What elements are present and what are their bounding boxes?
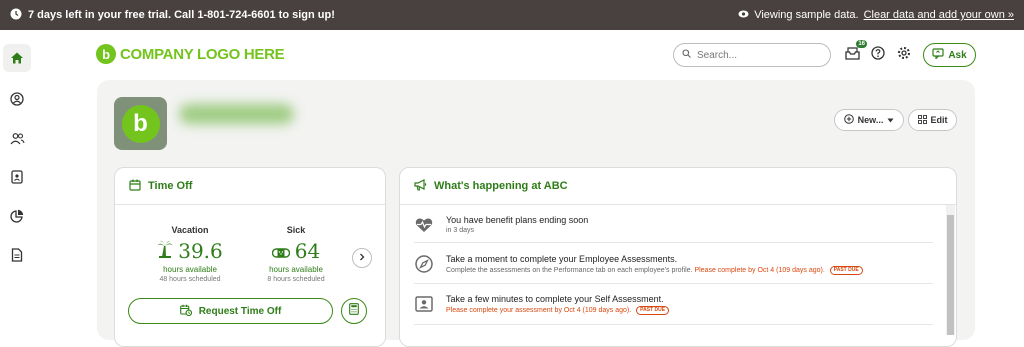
edit-label: Edit bbox=[930, 115, 948, 125]
search-icon bbox=[682, 49, 691, 61]
next-button[interactable] bbox=[352, 248, 372, 268]
item-title: You have benefit plans ending soon bbox=[446, 215, 589, 225]
past-due-badge: PAST DUE bbox=[636, 306, 670, 315]
item-subtitle: in 3 days bbox=[446, 227, 475, 234]
eye-icon bbox=[738, 9, 749, 21]
gear-icon bbox=[897, 46, 911, 65]
help-button[interactable] bbox=[868, 45, 888, 65]
time-off-header: Time Off bbox=[115, 168, 385, 205]
new-label: New... bbox=[857, 115, 884, 125]
grid-icon bbox=[917, 114, 927, 126]
scrollbar[interactable] bbox=[946, 205, 955, 335]
megaphone-icon bbox=[414, 178, 427, 194]
trial-banner: 7 days left in your free trial. Call 1-8… bbox=[0, 0, 1024, 30]
whats-happening-title: What's happening at ABC bbox=[434, 180, 568, 192]
app-header: b COMPANY LOGO HERE Search... 16 Ask bbox=[34, 30, 1024, 80]
compass-icon bbox=[414, 254, 434, 274]
vacation-scheduled: 48 hours scheduled bbox=[159, 276, 221, 283]
clock-icon bbox=[10, 8, 22, 23]
heartbeat-icon bbox=[414, 215, 434, 235]
sick-label: Sick bbox=[286, 225, 306, 235]
whats-happening-card: What's happening at ABC You have benefit… bbox=[399, 167, 957, 347]
sick-value: 64 bbox=[294, 239, 321, 263]
item-subtitle: Complete the assessments on the Performa… bbox=[446, 266, 863, 275]
vacation-value: 39.6 bbox=[178, 239, 223, 263]
calendar-clock-icon bbox=[179, 304, 192, 319]
person-icon[interactable] bbox=[3, 85, 31, 113]
profile-panel: b New... Edit Time Off Vacation 39.6 hou… bbox=[97, 80, 975, 347]
item-warning: Please complete by Oct 4 (109 days ago). bbox=[694, 267, 825, 274]
inbox-icon bbox=[844, 46, 860, 65]
vacation-stat[interactable]: Vacation 39.6 hours available 48 hours s… bbox=[145, 225, 235, 283]
trial-text: 7 days left in your free trial. Call 1-8… bbox=[28, 9, 335, 21]
sick-stat[interactable]: Sick 64 hours available 8 hours schedule… bbox=[251, 225, 341, 283]
request-time-off-label: Request Time Off bbox=[198, 305, 282, 317]
pie-chart-icon[interactable] bbox=[3, 202, 31, 230]
calculator-icon bbox=[349, 302, 359, 320]
ask-label: Ask bbox=[948, 49, 967, 61]
item-subtitle-text: Complete the assessments on the Performa… bbox=[446, 267, 693, 274]
blurred-name bbox=[179, 104, 294, 124]
ask-button[interactable]: Ask bbox=[923, 43, 976, 67]
vacation-label: Vacation bbox=[171, 225, 209, 235]
past-due-badge: PAST DUE bbox=[829, 266, 863, 275]
inbox-badge: 16 bbox=[856, 40, 867, 48]
home-icon[interactable] bbox=[3, 44, 31, 72]
item-warning: Please complete your assessment by Oct 4… bbox=[446, 307, 632, 314]
document-icon[interactable] bbox=[3, 241, 31, 269]
chat-icon bbox=[932, 48, 944, 62]
time-off-card: Time Off Vacation 39.6 hours available 4… bbox=[114, 167, 386, 347]
side-nav bbox=[0, 30, 34, 335]
item-subtitle: Please complete your assessment by Oct 4… bbox=[446, 306, 670, 315]
divider bbox=[414, 324, 933, 325]
settings-button[interactable] bbox=[894, 45, 914, 65]
company-logo[interactable]: b COMPANY LOGO HERE bbox=[96, 44, 285, 64]
people-icon[interactable] bbox=[3, 124, 31, 152]
logo-mark-icon: b bbox=[96, 44, 116, 64]
vacation-units: hours available bbox=[163, 265, 217, 274]
new-button[interactable]: New... bbox=[834, 109, 904, 131]
plus-circle-icon bbox=[843, 114, 854, 126]
calendar-icon bbox=[129, 179, 141, 194]
id-card-icon[interactable] bbox=[3, 163, 31, 191]
edit-button[interactable]: Edit bbox=[908, 109, 957, 131]
self-assessment-icon bbox=[414, 294, 434, 314]
caret-down-icon bbox=[887, 115, 894, 125]
inbox-button[interactable]: 16 bbox=[842, 40, 867, 65]
palm-tree-icon bbox=[157, 239, 173, 263]
sick-scheduled: 8 hours scheduled bbox=[267, 276, 325, 283]
calculator-button[interactable] bbox=[341, 298, 367, 324]
scrollbar-thumb[interactable] bbox=[947, 215, 954, 335]
divider bbox=[414, 242, 933, 243]
help-icon bbox=[871, 45, 885, 65]
bamboo-logo-icon: b bbox=[121, 104, 160, 143]
divider bbox=[414, 283, 933, 284]
bandage-icon bbox=[271, 239, 290, 263]
time-off-title: Time Off bbox=[148, 180, 193, 192]
viewing-sample-text: Viewing sample data. bbox=[754, 9, 859, 21]
item-title: Take a moment to complete your Employee … bbox=[446, 254, 678, 264]
request-time-off-button[interactable]: Request Time Off bbox=[128, 298, 333, 324]
search-placeholder: Search... bbox=[697, 49, 738, 61]
clear-data-link[interactable]: Clear data and add your own » bbox=[864, 9, 1014, 21]
item-title: Take a few minutes to complete your Self… bbox=[446, 294, 664, 304]
whats-happening-header: What's happening at ABC bbox=[400, 168, 956, 205]
chevron-right-icon bbox=[359, 253, 365, 264]
search-input[interactable]: Search... bbox=[673, 43, 831, 67]
sick-units: hours available bbox=[269, 265, 323, 274]
company-avatar: b bbox=[114, 97, 167, 150]
logo-text: COMPANY LOGO HERE bbox=[120, 45, 285, 63]
